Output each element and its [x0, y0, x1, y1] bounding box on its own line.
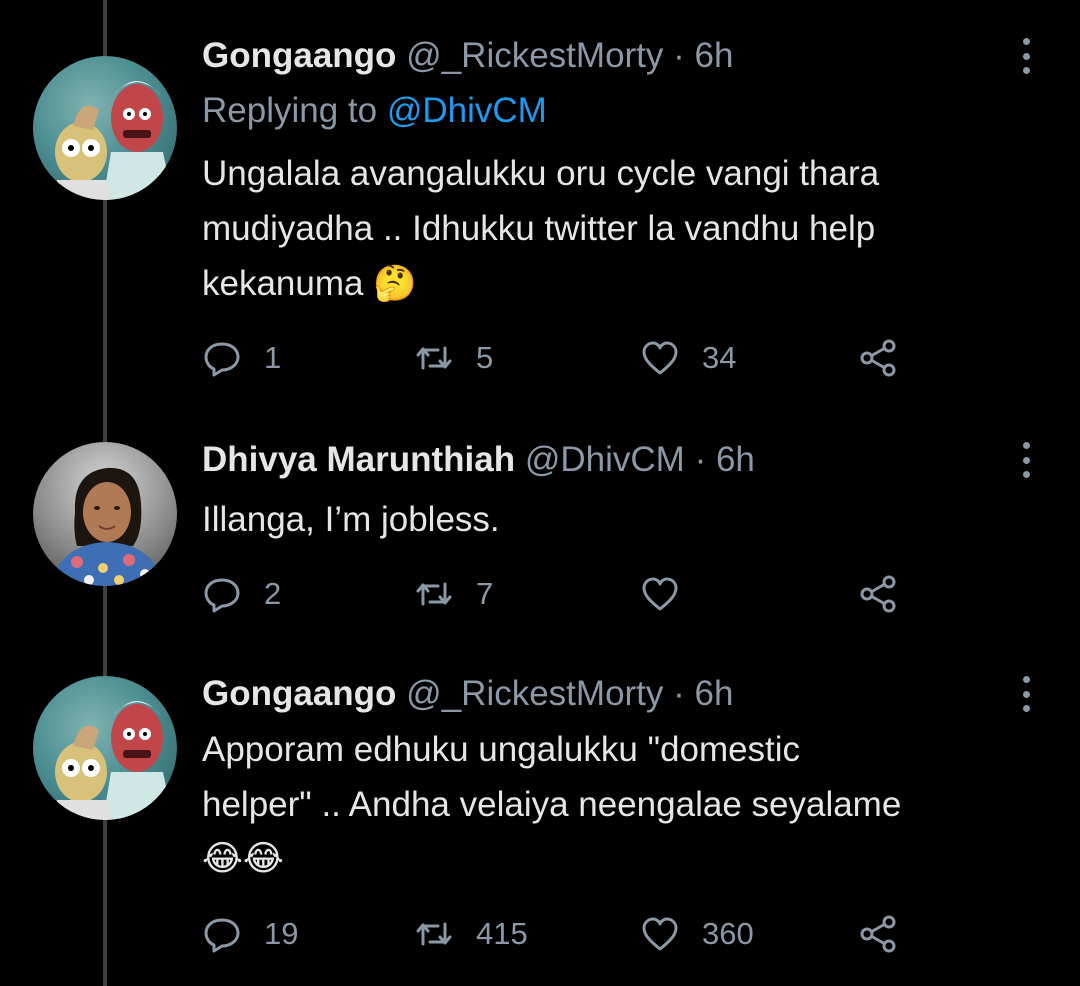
retweet-icon: [416, 922, 452, 946]
tweet-header: Gongaango @_RickestMorty · 6h: [202, 672, 733, 716]
reply-icon: [204, 578, 240, 613]
reply-icon: [204, 342, 240, 377]
share-button[interactable]: [858, 912, 898, 956]
retweet-icon: [416, 582, 452, 606]
user-handle[interactable]: @DhivCM: [525, 440, 685, 479]
share-icon: [860, 339, 896, 377]
tweet-text: Apporam edhuku ungalukku "domestic helpe…: [202, 722, 1022, 887]
timestamp[interactable]: 6h: [695, 674, 734, 713]
heart-icon: [642, 577, 678, 611]
separator-dot: ·: [673, 36, 685, 75]
like-count: 360: [702, 916, 754, 951]
like-button[interactable]: 360: [640, 912, 754, 956]
user-handle[interactable]: @_RickestMorty: [406, 674, 663, 713]
user-handle[interactable]: @_RickestMorty: [406, 36, 663, 75]
tears-of-joy-emoji: 😂😂: [202, 839, 284, 879]
tweet[interactable]: Dhivya Marunthiah @DhivCM · 6h Illanga, …: [0, 420, 1080, 660]
tweet-text: Ungalala avangalukku oru cycle vangi tha…: [202, 146, 1022, 312]
reply-count: 2: [264, 576, 282, 611]
user-photo-avatar-icon: [51, 467, 163, 586]
reply-icon: [204, 918, 240, 953]
more-options-icon[interactable]: [1016, 38, 1036, 74]
user-avatar[interactable]: [33, 56, 177, 200]
retweet-button[interactable]: 7: [414, 572, 493, 616]
tweet-text-line: kekanuma: [202, 264, 364, 303]
display-name[interactable]: Gongaango: [202, 674, 396, 713]
timestamp[interactable]: 6h: [695, 36, 734, 75]
display-name[interactable]: Dhivya Marunthiah: [202, 440, 515, 479]
more-options-icon[interactable]: [1016, 676, 1036, 712]
heart-icon: [642, 341, 678, 375]
reply-button[interactable]: 19: [202, 912, 298, 956]
user-avatar[interactable]: [33, 442, 177, 586]
tweet-header: Gongaango @_RickestMorty · 6h: [202, 34, 733, 78]
rick-and-morty-avatar-icon: [53, 81, 173, 200]
thinking-face-emoji: 🤔: [373, 264, 417, 304]
share-icon: [860, 575, 896, 613]
like-button[interactable]: 34: [640, 336, 736, 380]
tweet-text-line: Illanga, I’m jobless.: [202, 500, 500, 539]
reply-button[interactable]: 1: [202, 336, 281, 380]
tweet-actions: 1 5 34: [202, 336, 922, 380]
retweet-count: 415: [476, 916, 528, 951]
tweet-text-line: Apporam edhuku ungalukku "domestic: [202, 730, 801, 769]
user-avatar[interactable]: [33, 676, 177, 820]
more-options-icon[interactable]: [1016, 442, 1036, 478]
like-button[interactable]: [640, 572, 702, 616]
tweet-actions: 19 415 360: [202, 912, 922, 956]
replying-to-label: Replying to: [202, 91, 387, 130]
rick-and-morty-avatar-icon: [53, 701, 173, 820]
share-button[interactable]: [858, 336, 898, 380]
display-name[interactable]: Gongaango: [202, 36, 396, 75]
replying-to: Replying to @DhivCM: [202, 89, 547, 133]
retweet-icon: [416, 346, 452, 370]
tweet-text: Illanga, I’m jobless.: [202, 492, 1022, 547]
tweet-text-line: Ungalala avangalukku oru cycle vangi tha…: [202, 154, 880, 193]
tweet[interactable]: Gongaango @_RickestMorty · 6h Apporam ed…: [0, 660, 1080, 986]
heart-icon: [642, 917, 678, 951]
retweet-count: 5: [476, 340, 494, 375]
separator-dot: ·: [673, 674, 685, 713]
separator-dot: ·: [694, 440, 707, 479]
reply-count: 1: [264, 340, 282, 375]
retweet-button[interactable]: 415: [414, 912, 528, 956]
tweet-actions: 2 7: [202, 572, 922, 616]
timestamp[interactable]: 6h: [716, 440, 755, 479]
reply-count: 19: [264, 916, 299, 951]
tweet-text-line: helper" .. Andha velaiya neengalae seyal…: [202, 785, 902, 824]
reply-button[interactable]: 2: [202, 572, 281, 616]
tweet[interactable]: Gongaango @_RickestMorty · 6h Replying t…: [0, 0, 1080, 420]
replying-to-link[interactable]: @DhivCM: [387, 91, 547, 130]
share-button[interactable]: [858, 572, 898, 616]
retweet-button[interactable]: 5: [414, 336, 493, 380]
share-icon: [860, 915, 896, 953]
tweet-header: Dhivya Marunthiah @DhivCM · 6h: [202, 438, 755, 482]
tweet-text-line: mudiyadha .. Idhukku twitter la vandhu h…: [202, 209, 876, 248]
retweet-count: 7: [476, 576, 494, 611]
like-count: 34: [702, 340, 737, 375]
